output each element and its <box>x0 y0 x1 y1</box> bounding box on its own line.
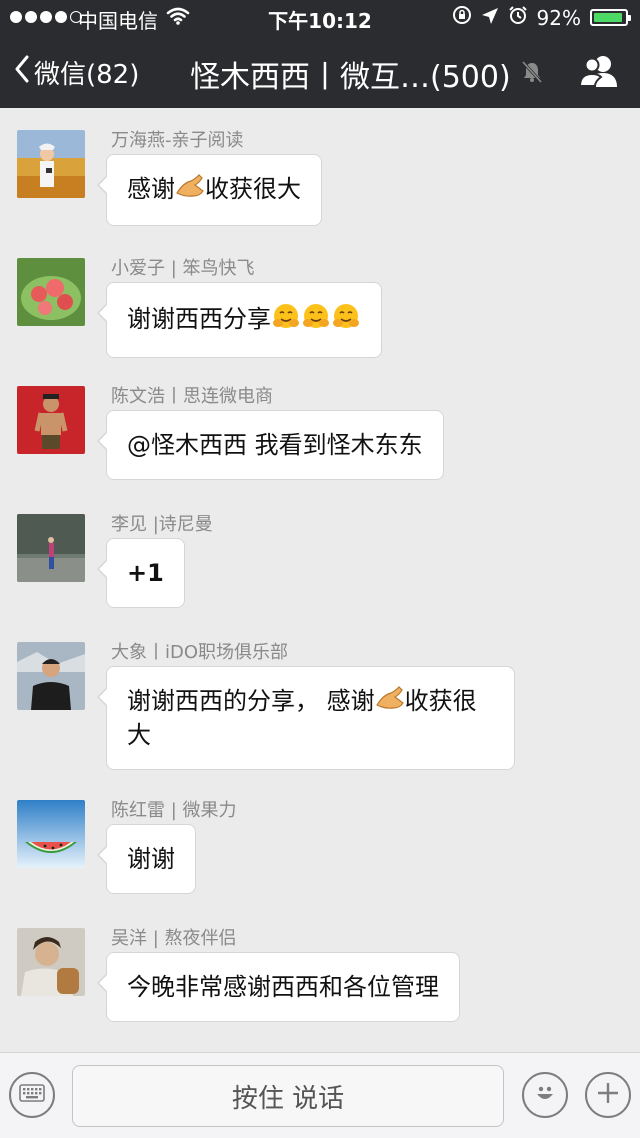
chat-title: 怪木西西丨微互…(500) <box>190 60 511 95</box>
hugging-face-emoji-icon <box>271 301 301 339</box>
message-bubble[interactable]: 谢谢西西的分享， 感谢 收获很大 <box>97 666 515 770</box>
message-bubble[interactable]: 今晚非常感谢西西和各位管理 <box>97 952 460 1022</box>
orientation-lock-icon <box>452 5 472 30</box>
message-bubble[interactable]: 感谢 收获很大 <box>97 154 322 226</box>
message-bubble[interactable]: 谢谢 <box>97 824 196 894</box>
avatar[interactable] <box>17 514 85 582</box>
avatar[interactable] <box>17 928 85 996</box>
ok-hand-emoji-icon <box>175 173 205 207</box>
avatar[interactable] <box>17 642 85 710</box>
back-label: 微信(82) <box>34 60 140 90</box>
message-bubble[interactable]: +1 <box>97 538 185 608</box>
keyboard-toggle-button[interactable] <box>9 1072 55 1118</box>
input-bar: 按住 说话 <box>0 1052 640 1138</box>
plus-icon <box>596 1081 620 1109</box>
wechat-group-chat-screen: 中国电信 下午10:12 92% 微信(82) 怪木西西丨微互…(500) 万海… <box>0 0 640 1138</box>
top-bar: 中国电信 下午10:12 92% 微信(82) 怪木西西丨微互…(500) <box>0 0 640 108</box>
message-bubble[interactable]: 谢谢西西分享 <box>97 282 382 358</box>
sender-name: 大象丨iDO职场俱乐部 <box>111 642 289 663</box>
sender-name: 李见 |诗尼曼 <box>111 514 213 535</box>
message-list[interactable]: 万海燕-亲子阅读 感谢 收获很大 小爱子 | 笨鸟快飞 谢谢西西分享 陈文浩丨思… <box>0 108 640 1052</box>
sender-name: 小爱子 | 笨鸟快飞 <box>111 258 255 279</box>
battery-icon <box>590 9 631 26</box>
message-bubble[interactable]: @怪木西西 我看到怪木东东 <box>97 410 444 480</box>
emoji-button[interactable] <box>522 1072 568 1118</box>
status-bar: 中国电信 下午10:12 92% <box>0 0 640 36</box>
chevron-left-icon <box>14 55 30 90</box>
sender-name: 万海燕-亲子阅读 <box>111 130 244 151</box>
group-members-icon <box>578 56 620 94</box>
avatar[interactable] <box>17 386 85 454</box>
back-button[interactable]: 微信(82) <box>14 54 139 91</box>
hugging-face-emoji-icon <box>301 301 331 339</box>
group-members-button[interactable] <box>578 52 620 94</box>
battery-percent: 92% <box>536 5 581 30</box>
avatar[interactable] <box>17 130 85 198</box>
sender-name: 吴洋 | 熬夜伴侣 <box>111 928 237 949</box>
smiley-icon <box>530 1078 560 1112</box>
hold-to-talk-button[interactable]: 按住 说话 <box>72 1065 504 1127</box>
avatar[interactable] <box>17 800 85 868</box>
location-arrow-icon <box>481 6 499 30</box>
hugging-face-emoji-icon <box>331 301 361 339</box>
more-options-button[interactable] <box>585 1072 631 1118</box>
alarm-clock-icon <box>508 5 528 30</box>
keyboard-icon <box>19 1084 45 1106</box>
bell-muted-icon <box>521 57 543 92</box>
ok-hand-emoji-icon <box>375 685 405 719</box>
navigation-bar: 微信(82) 怪木西西丨微互…(500) <box>0 36 640 108</box>
sender-name: 陈红雷 | 微果力 <box>111 800 237 821</box>
avatar[interactable] <box>17 258 85 326</box>
sender-name: 陈文浩丨思连微电商 <box>111 386 273 407</box>
